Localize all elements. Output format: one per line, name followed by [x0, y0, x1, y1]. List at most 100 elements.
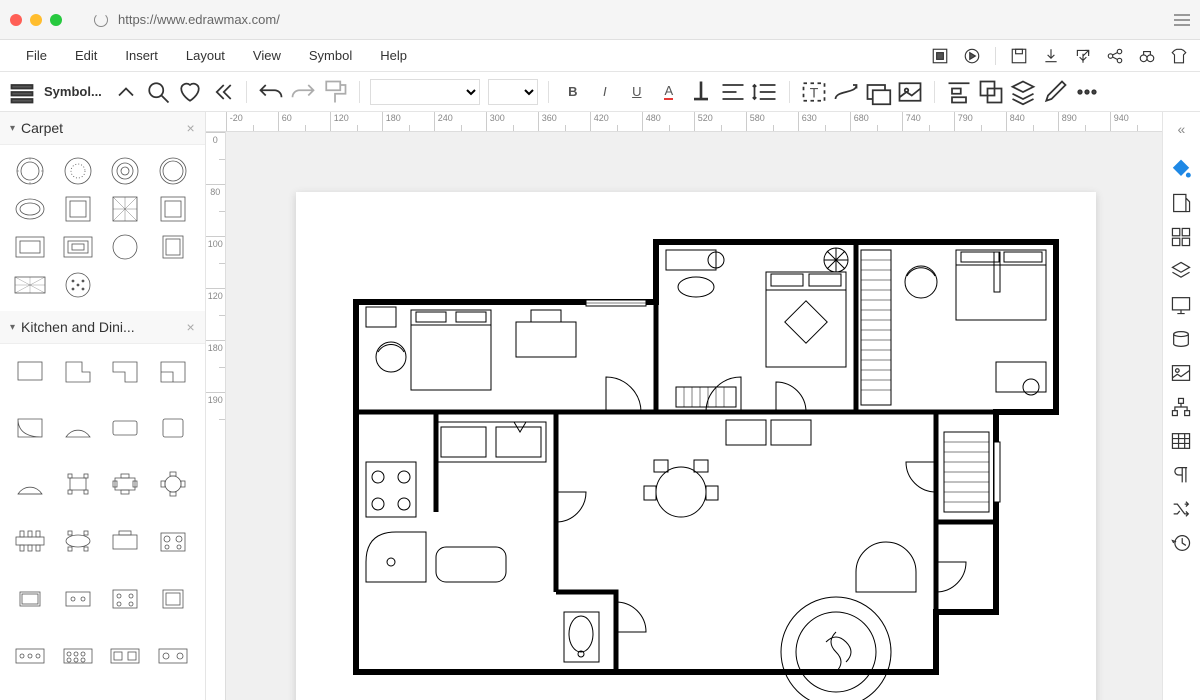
carpet-shape[interactable]: [10, 155, 50, 187]
carpet-shape[interactable]: [105, 193, 145, 225]
play-icon[interactable]: [963, 47, 981, 65]
grid-panel-icon[interactable]: [1170, 226, 1192, 248]
kitchen-shape[interactable]: [105, 354, 145, 386]
carpet-shape[interactable]: [10, 231, 50, 263]
share-icon[interactable]: [1106, 47, 1124, 65]
font-size-select[interactable]: [488, 79, 538, 105]
carpet-shape[interactable]: [153, 231, 193, 263]
format-painter-icon[interactable]: [321, 78, 349, 106]
table-panel-icon[interactable]: [1170, 430, 1192, 452]
kitchen-shape[interactable]: [10, 639, 50, 671]
shuffle-panel-icon[interactable]: [1170, 498, 1192, 520]
carpet-shape[interactable]: [153, 193, 193, 225]
menu-insert[interactable]: Insert: [111, 42, 172, 69]
layer-icon[interactable]: [1009, 78, 1037, 106]
tshirt-icon[interactable]: [1170, 47, 1188, 65]
carpet-shape[interactable]: [10, 269, 50, 301]
carpet-shape[interactable]: [153, 155, 193, 187]
close-window[interactable]: [10, 14, 22, 26]
carpet-shape[interactable]: [105, 231, 145, 263]
minimize-window[interactable]: [30, 14, 42, 26]
close-icon[interactable]: ×: [187, 319, 195, 335]
group-icon[interactable]: [977, 78, 1005, 106]
presentation-panel-icon[interactable]: [1170, 294, 1192, 316]
paragraph-panel-icon[interactable]: [1170, 464, 1192, 486]
kitchen-shape[interactable]: [58, 354, 98, 386]
kitchen-shape[interactable]: [58, 468, 98, 500]
kitchen-shape[interactable]: [153, 525, 193, 557]
category-carpet-header[interactable]: ▾ Carpet ×: [0, 112, 205, 145]
data-panel-icon[interactable]: [1170, 328, 1192, 350]
address-bar[interactable]: https://www.edrawmax.com/: [82, 7, 1164, 33]
export-icon[interactable]: [1074, 47, 1092, 65]
menu-layout[interactable]: Layout: [172, 42, 239, 69]
kitchen-shape[interactable]: [153, 582, 193, 614]
history-panel-icon[interactable]: [1170, 532, 1192, 554]
underline-icon[interactable]: U: [623, 78, 651, 106]
menu-file[interactable]: File: [12, 42, 61, 69]
kitchen-shape[interactable]: [58, 525, 98, 557]
align-text-icon[interactable]: [719, 78, 747, 106]
carpet-shape[interactable]: [58, 269, 98, 301]
kitchen-shape[interactable]: [10, 582, 50, 614]
drawing-page[interactable]: [296, 192, 1096, 700]
menu-view[interactable]: View: [239, 42, 295, 69]
carpet-shape[interactable]: [105, 155, 145, 187]
kitchen-shape[interactable]: [10, 411, 50, 443]
menu-help[interactable]: Help: [366, 42, 421, 69]
shape-icon[interactable]: [864, 78, 892, 106]
binoculars-icon[interactable]: [1138, 47, 1156, 65]
highlight-icon[interactable]: [687, 78, 715, 106]
carpet-shape[interactable]: [58, 231, 98, 263]
kitchen-shape[interactable]: [105, 468, 145, 500]
carpet-shape[interactable]: [10, 193, 50, 225]
more-icon[interactable]: [1073, 78, 1101, 106]
save-icon[interactable]: [1010, 47, 1028, 65]
carpet-shape[interactable]: [58, 193, 98, 225]
text-box-icon[interactable]: T: [800, 78, 828, 106]
kitchen-shape[interactable]: [153, 354, 193, 386]
category-kitchen-header[interactable]: ▾ Kitchen and Dini... ×: [0, 311, 205, 344]
heart-icon[interactable]: [176, 78, 204, 106]
maximize-window[interactable]: [50, 14, 62, 26]
redo-icon[interactable]: [289, 78, 317, 106]
bold-icon[interactable]: B: [559, 78, 587, 106]
line-spacing-icon[interactable]: [751, 78, 779, 106]
kitchen-shape[interactable]: [105, 411, 145, 443]
kitchen-shape[interactable]: [105, 525, 145, 557]
library-icon[interactable]: [8, 78, 36, 106]
kitchen-shape[interactable]: [153, 411, 193, 443]
reload-icon[interactable]: [94, 13, 108, 27]
undo-icon[interactable]: [257, 78, 285, 106]
menu-edit[interactable]: Edit: [61, 42, 111, 69]
connector-icon[interactable]: [832, 78, 860, 106]
hamburger-icon[interactable]: [1174, 14, 1190, 26]
pencil-icon[interactable]: [1041, 78, 1069, 106]
kitchen-shape[interactable]: [10, 525, 50, 557]
font-color-icon[interactable]: A: [655, 78, 683, 106]
close-icon[interactable]: ×: [187, 120, 195, 136]
carpet-shape[interactable]: [58, 155, 98, 187]
floor-plan-drawing[interactable]: [296, 192, 1096, 700]
menu-symbol[interactable]: Symbol: [295, 42, 366, 69]
kitchen-shape[interactable]: [10, 468, 50, 500]
kitchen-shape[interactable]: [58, 411, 98, 443]
layers-panel-icon[interactable]: [1170, 260, 1192, 282]
kitchen-shape[interactable]: [58, 639, 98, 671]
kitchen-shape[interactable]: [58, 582, 98, 614]
kitchen-shape[interactable]: [153, 639, 193, 671]
kitchen-shape[interactable]: [105, 582, 145, 614]
image-panel-icon[interactable]: [1170, 362, 1192, 384]
download-icon[interactable]: [1042, 47, 1060, 65]
collapse-right-icon[interactable]: «: [1170, 118, 1192, 140]
collapse-left-icon[interactable]: [208, 78, 236, 106]
italic-icon[interactable]: I: [591, 78, 619, 106]
page-panel-icon[interactable]: [1170, 192, 1192, 214]
fit-page-icon[interactable]: [931, 47, 949, 65]
search-icon[interactable]: [144, 78, 172, 106]
font-family-select[interactable]: [370, 79, 480, 105]
kitchen-shape[interactable]: [105, 639, 145, 671]
canvas[interactable]: [226, 132, 1162, 700]
image-icon[interactable]: [896, 78, 924, 106]
kitchen-shape[interactable]: [10, 354, 50, 386]
